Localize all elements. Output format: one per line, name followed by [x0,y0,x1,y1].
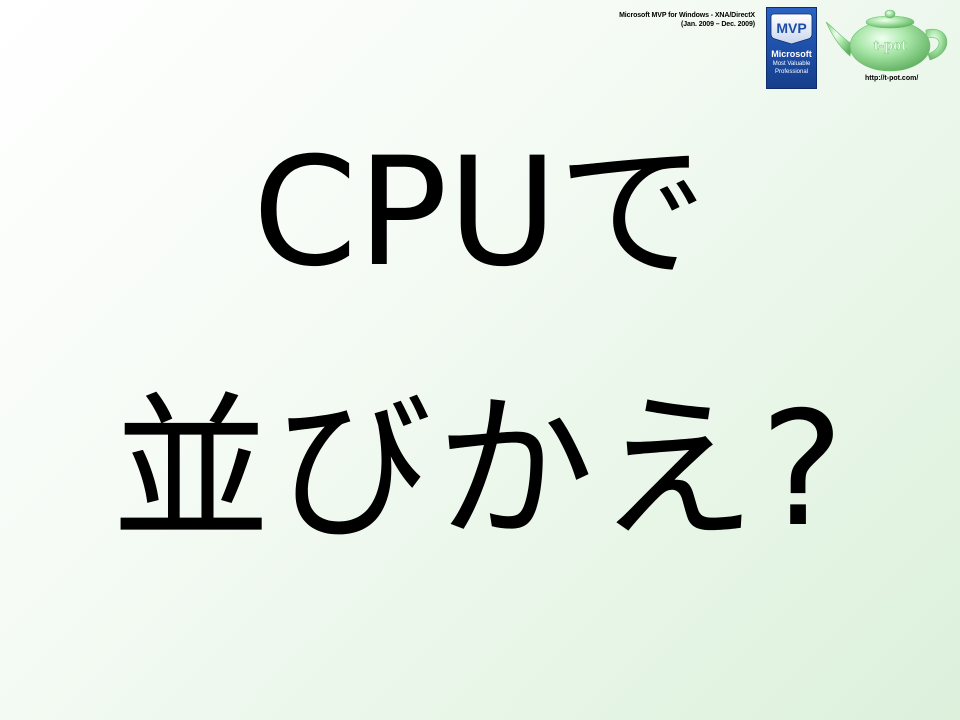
slide: Microsoft MVP for Windows - XNA/DirectX … [0,0,960,720]
credit-line-1: Microsoft MVP for Windows - XNA/DirectX [619,12,755,19]
mvp-badge-icon: MVP Microsoft Most Valuable Professional [766,7,817,89]
badge-microsoft: Microsoft [771,49,812,59]
title-line-2: 並びかえ? [112,378,848,562]
site-url: http://t-pot.com/ [865,75,919,82]
logo-text: t-pot [874,37,908,54]
mvp-credit: Microsoft MVP for Windows - XNA/DirectX … [619,11,755,29]
badge-line-2: Professional [774,68,809,75]
teapot-logo-icon: t-pot [825,9,948,72]
badge-subtitle: Most Valuable Professional [767,61,816,76]
mvp-text: MVP [776,20,806,36]
title-line-1: CPUで [252,126,708,300]
credit-line-2: (Jan. 2009 – Dec. 2009) [681,21,755,28]
badge-line-1: Most Valuable [772,61,811,67]
mvp-plate: MVP [770,13,813,45]
